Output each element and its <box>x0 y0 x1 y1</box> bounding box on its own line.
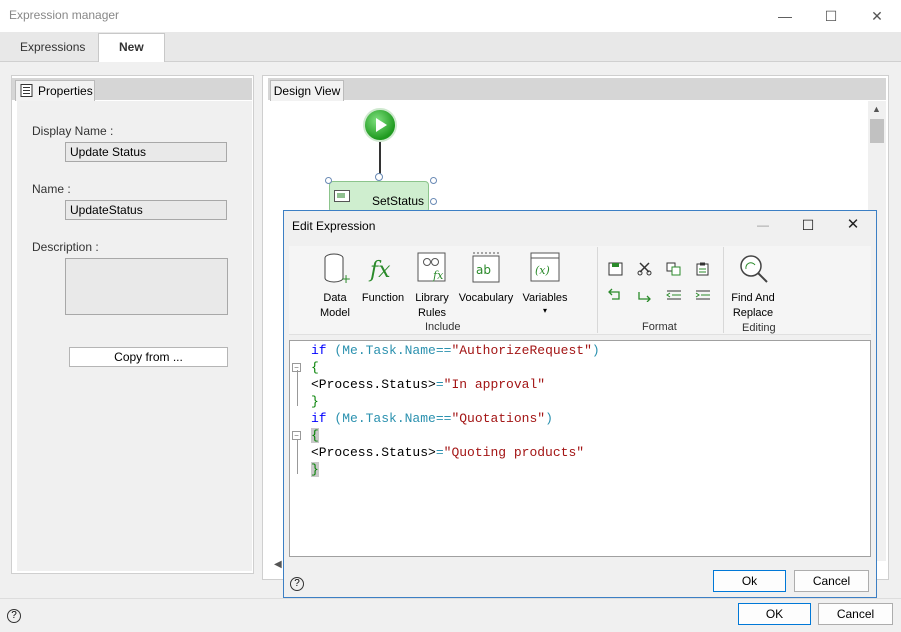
scrollbar-thumb[interactable] <box>870 119 884 143</box>
indent-icon[interactable] <box>695 288 711 302</box>
design-view-tab[interactable]: Design View <box>270 80 344 101</box>
scroll-left-icon[interactable]: ◀ <box>274 559 282 570</box>
minimize-button[interactable]: — <box>762 0 808 32</box>
code-line: { <box>311 360 319 375</box>
code-line: if (Me.Task.Name=="Quotations") <box>311 411 553 426</box>
scroll-up-icon[interactable]: ▲ <box>872 104 881 114</box>
play-icon <box>376 118 387 132</box>
find-replace-label-2: Replace <box>732 307 774 319</box>
copy-from-button[interactable]: Copy from ... <box>69 347 228 367</box>
code-line: } <box>311 394 319 409</box>
ok-button[interactable]: OK <box>738 603 811 625</box>
database-icon: + <box>324 253 351 286</box>
variables-label: Variables <box>522 292 568 304</box>
redo-icon[interactable] <box>637 288 653 302</box>
find-replace-button[interactable]: Find And Replace <box>728 252 778 321</box>
maximize-button[interactable]: ☐ <box>808 0 854 32</box>
description-field[interactable] <box>65 258 228 315</box>
properties-body <box>17 101 252 571</box>
ribbon-separator <box>723 247 724 333</box>
find-replace-icon <box>740 255 768 283</box>
display-name-label: Display Name : <box>32 124 114 138</box>
svg-text:fx: fx <box>432 269 444 282</box>
tab-expressions[interactable]: Expressions <box>0 34 105 62</box>
properties-tab-label: Properties <box>38 84 93 98</box>
svg-text:(x): (x) <box>535 264 550 277</box>
description-label: Description : <box>32 240 99 254</box>
dialog-close-button[interactable]: ✕ <box>840 212 866 238</box>
library-rules-icon: fx <box>417 252 446 282</box>
data-model-label-2: Model <box>320 307 350 319</box>
function-icon: fx <box>368 258 391 283</box>
ribbon-separator <box>597 247 598 333</box>
selection-handle[interactable] <box>430 177 437 184</box>
variables-button[interactable]: (x) Variables ▾ <box>518 252 572 316</box>
fold-toggle-icon[interactable]: − <box>292 431 301 440</box>
dialog-maximize-button[interactable]: ☐ <box>795 212 821 238</box>
copy-icon[interactable] <box>666 262 682 276</box>
code-line: { <box>311 428 319 443</box>
start-node[interactable] <box>363 108 397 142</box>
variables-icon: (x) <box>530 252 560 282</box>
help-icon[interactable]: ? <box>7 609 21 623</box>
svg-text:ab: ab <box>476 263 491 277</box>
vocabulary-button[interactable]: ab Vocabulary <box>456 252 516 306</box>
vocabulary-label: Vocabulary <box>458 292 514 304</box>
close-button[interactable]: ✕ <box>854 0 900 32</box>
fold-guide <box>297 440 298 474</box>
save-icon[interactable] <box>608 262 624 276</box>
selection-handle[interactable] <box>430 198 437 205</box>
svg-text:+: + <box>341 272 350 286</box>
name-label: Name : <box>32 182 71 196</box>
dialog-help-icon[interactable]: ? <box>290 577 304 591</box>
paste-icon[interactable] <box>695 262 711 276</box>
data-model-button[interactable]: + Data Model <box>314 252 356 321</box>
display-name-field[interactable]: Update Status <box>65 142 227 162</box>
code-line: <Process.Status>="In approval" <box>311 377 546 392</box>
dialog-ok-button[interactable]: Ok <box>713 570 786 592</box>
outdent-icon[interactable] <box>666 288 682 302</box>
cancel-button[interactable]: Cancel <box>818 603 893 625</box>
format-group-label: Format <box>642 321 677 333</box>
include-group-label: Include <box>425 321 461 333</box>
vocabulary-icon: ab <box>472 252 500 283</box>
selection-handle[interactable] <box>375 173 383 181</box>
cut-icon[interactable] <box>637 262 653 276</box>
function-button[interactable]: fx Function <box>360 252 406 306</box>
data-model-label-1: Data <box>323 292 347 304</box>
chevron-down-icon: ▾ <box>542 306 547 315</box>
code-editor[interactable]: if (Me.Task.Name=="AuthorizeRequest") { … <box>289 340 871 557</box>
fold-guide <box>297 370 298 406</box>
code-line: if (Me.Task.Name=="AuthorizeRequest") <box>311 343 600 358</box>
name-field[interactable]: UpdateStatus <box>65 200 227 220</box>
flow-connector <box>379 142 381 176</box>
tab-new[interactable]: New <box>98 33 165 63</box>
library-rules-button[interactable]: fx Library Rules <box>410 252 454 321</box>
code-line: } <box>311 462 319 477</box>
selection-handle[interactable] <box>325 177 332 184</box>
task-icon <box>334 190 350 202</box>
dialog-title: Edit Expression <box>292 219 376 233</box>
task-label: SetStatus <box>372 194 425 208</box>
find-replace-label-1: Find And <box>731 292 775 304</box>
code-line: <Process.Status>="Quoting products" <box>311 445 585 460</box>
editing-group-label: Editing <box>742 322 776 334</box>
undo-icon[interactable] <box>608 288 624 302</box>
window-title: Expression manager <box>9 8 120 22</box>
dialog-cancel-button[interactable]: Cancel <box>794 570 869 592</box>
svg-text:fx: fx <box>368 258 391 283</box>
library-rules-label-1: Library <box>415 292 449 304</box>
dialog-minimize-button[interactable]: — <box>750 212 776 238</box>
function-label: Function <box>361 292 405 304</box>
library-rules-label-2: Rules <box>417 307 447 319</box>
design-view-tab-bar <box>268 78 886 100</box>
properties-tab[interactable]: Properties <box>15 80 95 101</box>
properties-icon <box>20 84 33 97</box>
